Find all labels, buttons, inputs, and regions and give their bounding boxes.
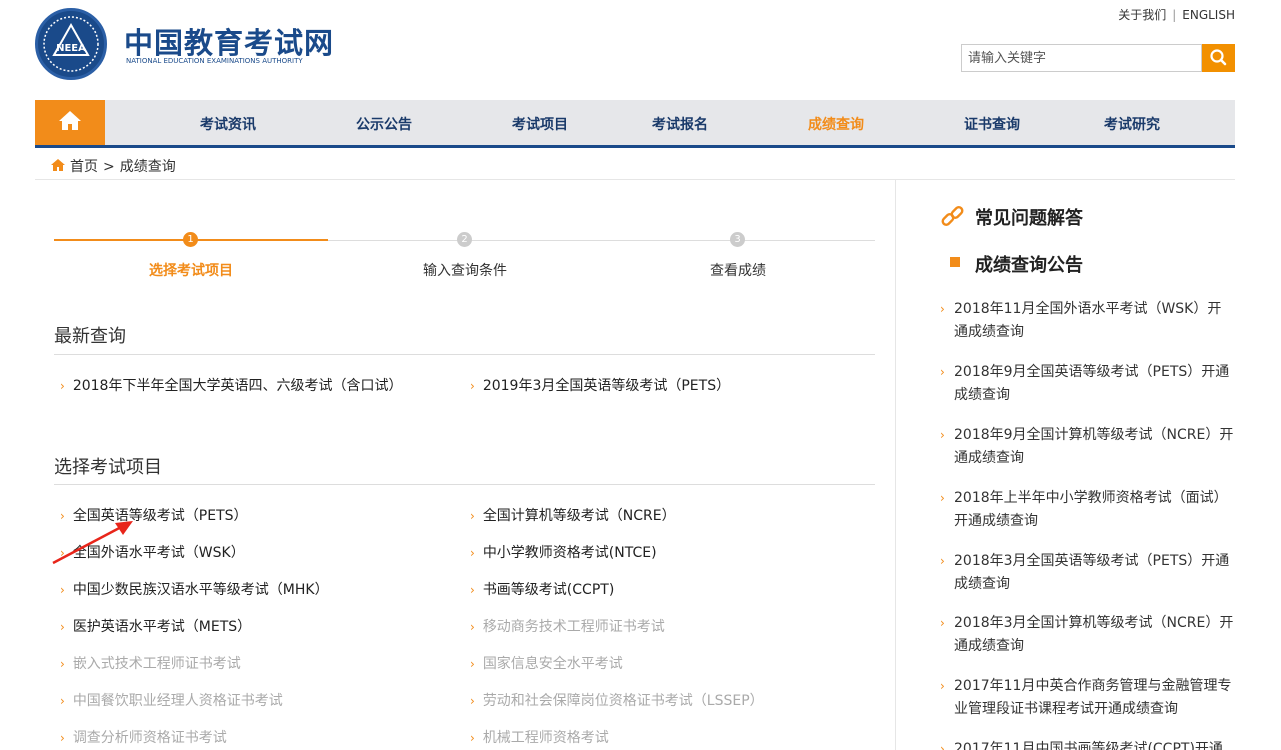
- exam-section-title: 选择考试项目: [54, 457, 162, 478]
- step-1-dot: 1: [183, 232, 198, 247]
- chevron-right-icon: ›: [940, 554, 945, 568]
- nav-item-certificate-query[interactable]: 证书查询: [964, 114, 1020, 134]
- chevron-right-icon: ›: [940, 742, 945, 750]
- main-nav: 考试资讯 公示公告 考试项目 考试报名 成绩查询 证书查询 考试研究: [35, 100, 1235, 148]
- annotation-arrow: [52, 521, 133, 565]
- step-3-dot: 3: [730, 232, 745, 247]
- nav-item-score-query[interactable]: 成绩查询: [808, 114, 864, 134]
- nav-item-announcements[interactable]: 公示公告: [356, 114, 412, 134]
- chevron-right-icon: ›: [60, 620, 65, 634]
- step-3-label: 查看成绩: [710, 263, 766, 279]
- faq-title[interactable]: 常见问题解答: [975, 204, 1083, 230]
- chevron-right-icon: ›: [940, 302, 945, 316]
- exam-item-mechanical-engineer: › 机械工程师资格考试: [470, 730, 609, 746]
- exam-item-mets[interactable]: › 医护英语水平考试（METS）: [60, 616, 251, 636]
- exam-item-survey-analyst: › 调查分析师资格证书考试: [60, 730, 227, 746]
- breadcrumb-home-link[interactable]: 首页: [70, 159, 98, 175]
- chevron-right-icon: ›: [470, 509, 475, 523]
- notice-item[interactable]: › 2017年11月中英合作商务管理与金融管理专业管理段证书课程考试开通成绩查询: [940, 675, 1235, 721]
- logo-text: NEEA: [56, 43, 86, 54]
- chevron-right-icon: ›: [940, 365, 945, 379]
- exam-item-mhk[interactable]: › 中国少数民族汉语水平等级考试（MHK）: [60, 579, 329, 599]
- step-2-label: 输入查询条件: [423, 263, 507, 279]
- latest-item[interactable]: › 2018年下半年全国大学英语四、六级考试（含口试）: [60, 375, 402, 395]
- chevron-right-icon: ›: [60, 731, 65, 745]
- chevron-right-icon: ›: [60, 694, 65, 708]
- notice-item[interactable]: ›2017年11月中国书画等级考试(CCPT)开通成: [940, 738, 1235, 750]
- logo-emblem-icon: NEEA: [43, 16, 99, 72]
- exam-item-mobile-commerce: › 移动商务技术工程师证书考试: [470, 619, 665, 635]
- chevron-right-icon: ›: [470, 546, 475, 560]
- search-icon: [1210, 49, 1227, 66]
- nav-item-registration[interactable]: 考试报名: [652, 114, 708, 134]
- top-links: 关于我们 | ENGLISH: [1118, 8, 1235, 22]
- step-progress-track: [328, 240, 875, 241]
- step-1-label: 选择考试项目: [149, 263, 233, 279]
- exam-item-catering: › 中国餐饮职业经理人资格证书考试: [60, 693, 283, 709]
- search-input[interactable]: [961, 44, 1202, 72]
- notice-item[interactable]: › 2018年9月全国英语等级考试（PETS）开通成绩查询: [940, 361, 1235, 407]
- chevron-right-icon: ›: [470, 583, 475, 597]
- chevron-right-icon: ›: [940, 616, 945, 630]
- about-link[interactable]: 关于我们: [1118, 8, 1166, 22]
- exam-item-lssep: › 劳动和社会保障岗位资格证书考试（LSSEP）: [470, 693, 764, 709]
- nav-item-research[interactable]: 考试研究: [1104, 114, 1160, 134]
- chevron-right-icon: ›: [470, 657, 475, 671]
- breadcrumb-divider: [35, 179, 1235, 180]
- column-divider: [895, 180, 896, 750]
- chevron-right-icon: ›: [60, 583, 65, 597]
- link-icon: [941, 206, 964, 226]
- chevron-right-icon: ›: [940, 679, 945, 693]
- step-2-dot: 2: [457, 232, 472, 247]
- site-title: 中国教育考试网: [124, 26, 335, 60]
- nav-item-exams[interactable]: 考试项目: [512, 114, 568, 134]
- exam-divider: [54, 484, 875, 485]
- chevron-right-icon: ›: [940, 428, 945, 442]
- latest-section-title: 最新查询: [54, 326, 126, 347]
- nav-home-button[interactable]: [35, 100, 105, 145]
- exam-item-embedded: › 嵌入式技术工程师证书考试: [60, 656, 241, 672]
- chevron-right-icon: ›: [60, 657, 65, 671]
- english-link[interactable]: ENGLISH: [1182, 8, 1235, 22]
- notice-item[interactable]: › 2018年3月全国计算机等级考试（NCRE）开通成绩查询: [940, 612, 1235, 658]
- nav-item-news[interactable]: 考试资讯: [200, 114, 256, 134]
- latest-item[interactable]: › 2019年3月全国英语等级考试（PETS）: [470, 375, 730, 395]
- breadcrumb-home-icon: [51, 159, 65, 171]
- chevron-right-icon: ›: [940, 491, 945, 505]
- exam-item-ccpt[interactable]: › 书画等级考试(CCPT): [470, 579, 614, 599]
- breadcrumb-current: 成绩查询: [119, 159, 176, 175]
- exam-item-ntce[interactable]: › 中小学教师资格考试(NTCE): [470, 542, 657, 562]
- home-icon: [59, 111, 81, 130]
- exam-item-info-security: › 国家信息安全水平考试: [470, 656, 623, 672]
- notice-item[interactable]: › 2018年上半年中小学教师资格考试（面试）开通成绩查询: [940, 487, 1235, 533]
- notice-item[interactable]: › 2018年9月全国计算机等级考试（NCRE）开通成绩查询: [940, 424, 1235, 470]
- square-bullet-icon: [950, 257, 960, 267]
- chevron-right-icon: ›: [470, 620, 475, 634]
- chevron-right-icon: ›: [470, 379, 475, 393]
- notice-item[interactable]: › 2018年3月全国英语等级考试（PETS）开通成绩查询: [940, 550, 1235, 596]
- notice-section-title: 成绩查询公告: [975, 255, 1083, 276]
- latest-divider: [54, 354, 875, 355]
- chevron-right-icon: ›: [470, 694, 475, 708]
- exam-item-ncre[interactable]: › 全国计算机等级考试（NCRE）: [470, 505, 676, 525]
- breadcrumb: 首页 > 成绩查询: [50, 156, 176, 176]
- site-subtitle: NATIONAL EDUCATION EXAMINATIONS AUTHORIT…: [126, 57, 303, 65]
- chevron-right-icon: ›: [470, 731, 475, 745]
- chevron-right-icon: ›: [60, 379, 65, 393]
- search-button[interactable]: [1202, 44, 1235, 72]
- notice-item[interactable]: › 2018年11月全国外语水平考试（WSK）开通成绩查询: [940, 298, 1235, 344]
- site-logo[interactable]: NEEA: [35, 8, 107, 80]
